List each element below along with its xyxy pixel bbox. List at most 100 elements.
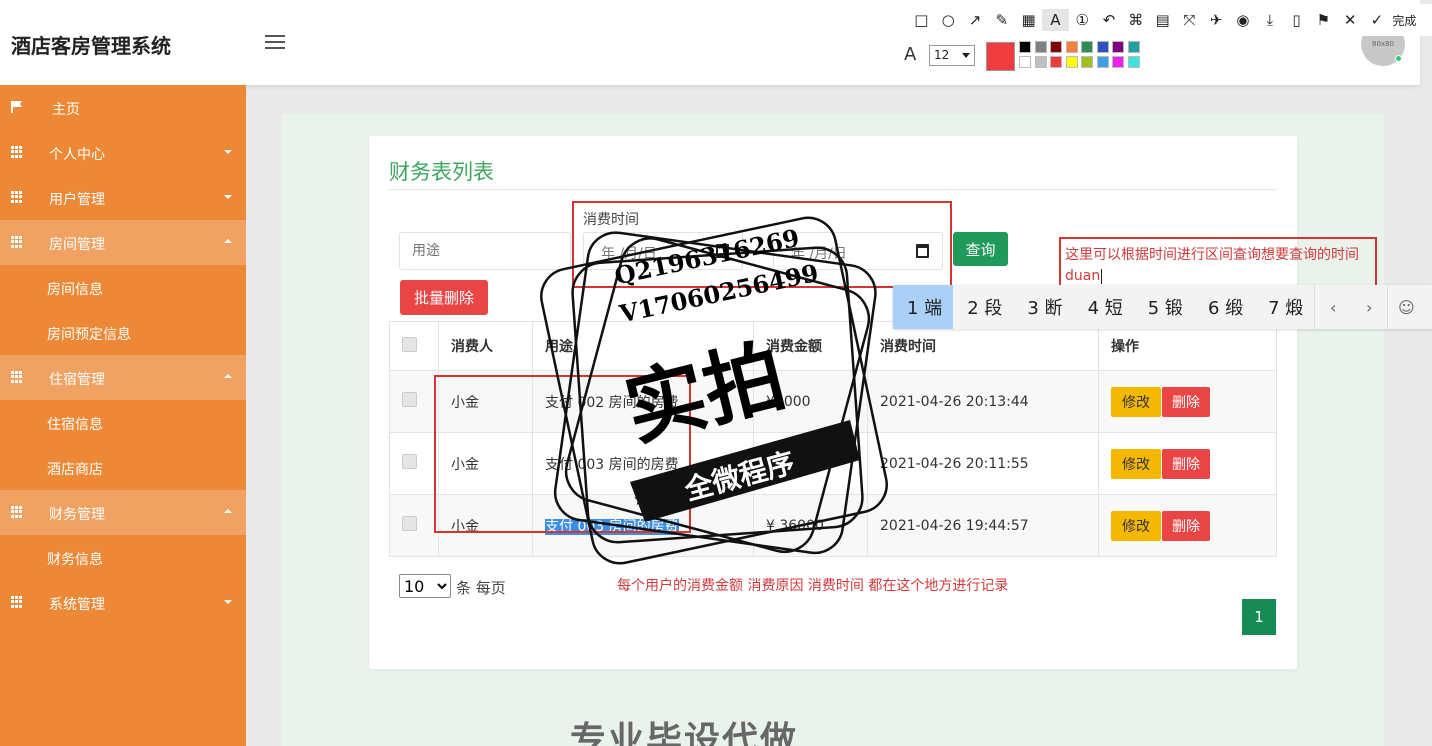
download-icon[interactable]: ⤓ bbox=[1256, 9, 1283, 31]
query-button[interactable]: 查询 bbox=[953, 232, 1008, 266]
menu-toggle-icon[interactable] bbox=[265, 35, 285, 49]
sidebar-item-label: 财务管理 bbox=[49, 507, 105, 523]
undo-icon[interactable]: ↶ bbox=[1096, 9, 1123, 31]
sidebar-subitem-room-booking[interactable]: 房间预定信息 bbox=[0, 310, 246, 355]
chevron-right-icon[interactable]: › bbox=[1351, 285, 1387, 329]
font-size-select[interactable]: 12 bbox=[929, 45, 975, 66]
color-swatch[interactable] bbox=[1096, 41, 1109, 53]
ellipse-icon[interactable]: ○ bbox=[935, 9, 962, 31]
sidebar-item-label: 主页 bbox=[52, 102, 80, 118]
done-button[interactable]: 完成 bbox=[1392, 12, 1416, 29]
scroll-capture-icon[interactable]: ⤧ bbox=[1176, 9, 1203, 31]
sidebar-item-profile[interactable]: 个人中心 bbox=[0, 130, 246, 175]
sidebar-item-rooms[interactable]: 房间管理 bbox=[0, 220, 246, 265]
bookmark-icon[interactable]: ⚑ bbox=[1310, 9, 1337, 31]
color-swatch[interactable] bbox=[1019, 41, 1031, 53]
pin-screen-icon[interactable]: ✈ bbox=[1203, 9, 1230, 31]
color-swatch[interactable] bbox=[1081, 56, 1093, 68]
ime-candidate[interactable]: 7 煅 bbox=[1254, 285, 1314, 329]
color-swatch[interactable] bbox=[1034, 41, 1047, 53]
edit-button[interactable]: 修改 bbox=[1111, 510, 1161, 541]
sidebar-item-label: 房间信息 bbox=[47, 282, 103, 298]
purpose-search-input[interactable] bbox=[399, 232, 571, 270]
pen-icon[interactable]: ✎ bbox=[988, 9, 1015, 31]
row-checkbox[interactable] bbox=[402, 392, 417, 407]
title-divider bbox=[389, 189, 1277, 190]
color-swatch[interactable] bbox=[1019, 56, 1031, 68]
sidebar-subitem-lodging-info[interactable]: 住宿信息 bbox=[0, 400, 246, 445]
sidebar-subitem-room-info[interactable]: 房间信息 bbox=[0, 265, 246, 310]
row-checkbox[interactable] bbox=[402, 454, 417, 469]
grid-icon bbox=[11, 506, 23, 518]
record-icon[interactable]: ◉ bbox=[1230, 9, 1257, 31]
color-swatch[interactable] bbox=[1034, 56, 1047, 68]
grid-icon bbox=[11, 191, 23, 203]
sidebar: 主页 个人中心 用户管理 房间管理 房间信息 房间预定信息 住宿管理 住宿信息 … bbox=[0, 85, 246, 746]
delete-button[interactable]: 删除 bbox=[1162, 386, 1210, 417]
ocr-icon[interactable]: ▤ bbox=[1149, 9, 1176, 31]
text-icon[interactable]: A bbox=[1041, 9, 1069, 31]
cell-amount: ¥1000 bbox=[753, 370, 868, 433]
color-swatch[interactable] bbox=[1050, 41, 1062, 53]
sidebar-item-label: 房间预定信息 bbox=[47, 327, 131, 343]
ime-candidate[interactable]: 4 短 bbox=[1074, 285, 1134, 329]
annotation-note-top[interactable]: 这里可以根据时间进行区间查询想要查询的时间duan bbox=[1065, 245, 1365, 287]
ime-candidate[interactable]: 6 缎 bbox=[1194, 285, 1254, 329]
sidebar-item-finance[interactable]: 财务管理 bbox=[0, 490, 246, 535]
sidebar-item-label: 用户管理 bbox=[49, 192, 105, 208]
arrow-icon[interactable]: ↗ bbox=[962, 9, 989, 31]
delete-button[interactable]: 删除 bbox=[1162, 448, 1210, 479]
sidebar-item-system[interactable]: 系统管理 bbox=[0, 580, 246, 625]
sidebar-item-label: 系统管理 bbox=[49, 597, 105, 613]
sidebar-item-users[interactable]: 用户管理 bbox=[0, 175, 246, 220]
annotation-note-text: 这里可以根据时间进行区间查询想要查询的时间duan bbox=[1065, 247, 1359, 284]
color-swatch[interactable] bbox=[1112, 56, 1124, 68]
check-icon[interactable]: ✓ bbox=[1364, 9, 1391, 31]
sidebar-subitem-finance-info[interactable]: 财务信息 bbox=[0, 535, 246, 580]
color-swatch[interactable] bbox=[1127, 56, 1140, 68]
annotation-note-bottom: 每个用户的消费金额 消费原因 消费时间 都在这个地方进行记录 bbox=[617, 578, 1009, 594]
bottom-heading: 专业毕设代做 bbox=[570, 720, 799, 746]
font-icon: A bbox=[904, 44, 917, 65]
current-color-swatch[interactable] bbox=[986, 42, 1015, 71]
cell-amount: ¥ 36000 bbox=[753, 494, 868, 557]
chevron-down-icon bbox=[224, 195, 232, 199]
rectangle-icon[interactable]: □ bbox=[908, 9, 935, 31]
ime-candidate[interactable]: 2 段 bbox=[953, 285, 1013, 329]
pagination-page-1[interactable]: 1 bbox=[1242, 599, 1276, 635]
edit-button[interactable]: 修改 bbox=[1111, 448, 1161, 479]
number-icon[interactable]: ① bbox=[1069, 9, 1096, 31]
color-swatch[interactable] bbox=[1127, 41, 1140, 53]
color-swatch[interactable] bbox=[1050, 56, 1062, 68]
mosaic-icon[interactable]: ▦ bbox=[1015, 9, 1042, 31]
close-icon[interactable]: ✕ bbox=[1337, 9, 1364, 31]
chevron-left-icon[interactable]: ‹ bbox=[1315, 285, 1351, 329]
sidebar-item-label: 个人中心 bbox=[49, 147, 105, 163]
save-icon[interactable]: ▯ bbox=[1283, 9, 1310, 31]
color-swatch[interactable] bbox=[1065, 41, 1078, 53]
ime-candidate[interactable]: 3 断 bbox=[1013, 285, 1073, 329]
color-swatch[interactable] bbox=[1112, 41, 1124, 53]
color-swatch[interactable] bbox=[1065, 56, 1078, 68]
sidebar-item-home[interactable]: 主页 bbox=[0, 85, 246, 130]
ime-candidate[interactable]: 1 端 bbox=[893, 285, 954, 329]
select-all-checkbox[interactable] bbox=[402, 336, 417, 352]
page-size-select[interactable]: 10 bbox=[399, 574, 451, 598]
sidebar-subitem-hotel-shop[interactable]: 酒店商店 bbox=[0, 445, 246, 490]
col-header-person[interactable]: 消费人 bbox=[438, 321, 533, 371]
row-checkbox[interactable] bbox=[402, 516, 417, 531]
annotation-rect-records bbox=[434, 375, 691, 533]
color-swatch[interactable] bbox=[1081, 41, 1093, 53]
chevron-up-icon bbox=[224, 509, 232, 513]
emoji-icon[interactable]: ☺ bbox=[1388, 285, 1424, 329]
sidebar-item-lodging[interactable]: 住宿管理 bbox=[0, 355, 246, 400]
pin-icon[interactable]: ⌘ bbox=[1122, 9, 1149, 31]
delete-button[interactable]: 删除 bbox=[1162, 510, 1210, 541]
col-header-purpose[interactable]: 用途 bbox=[532, 321, 754, 371]
bulk-delete-button[interactable]: 批量删除 bbox=[400, 280, 488, 315]
edit-button[interactable]: 修改 bbox=[1111, 386, 1161, 417]
color-swatch[interactable] bbox=[1096, 56, 1109, 68]
ime-candidate[interactable]: 5 锻 bbox=[1134, 285, 1194, 329]
col-header-amount[interactable]: 消费金额 bbox=[753, 321, 868, 371]
grid-icon bbox=[11, 371, 23, 383]
